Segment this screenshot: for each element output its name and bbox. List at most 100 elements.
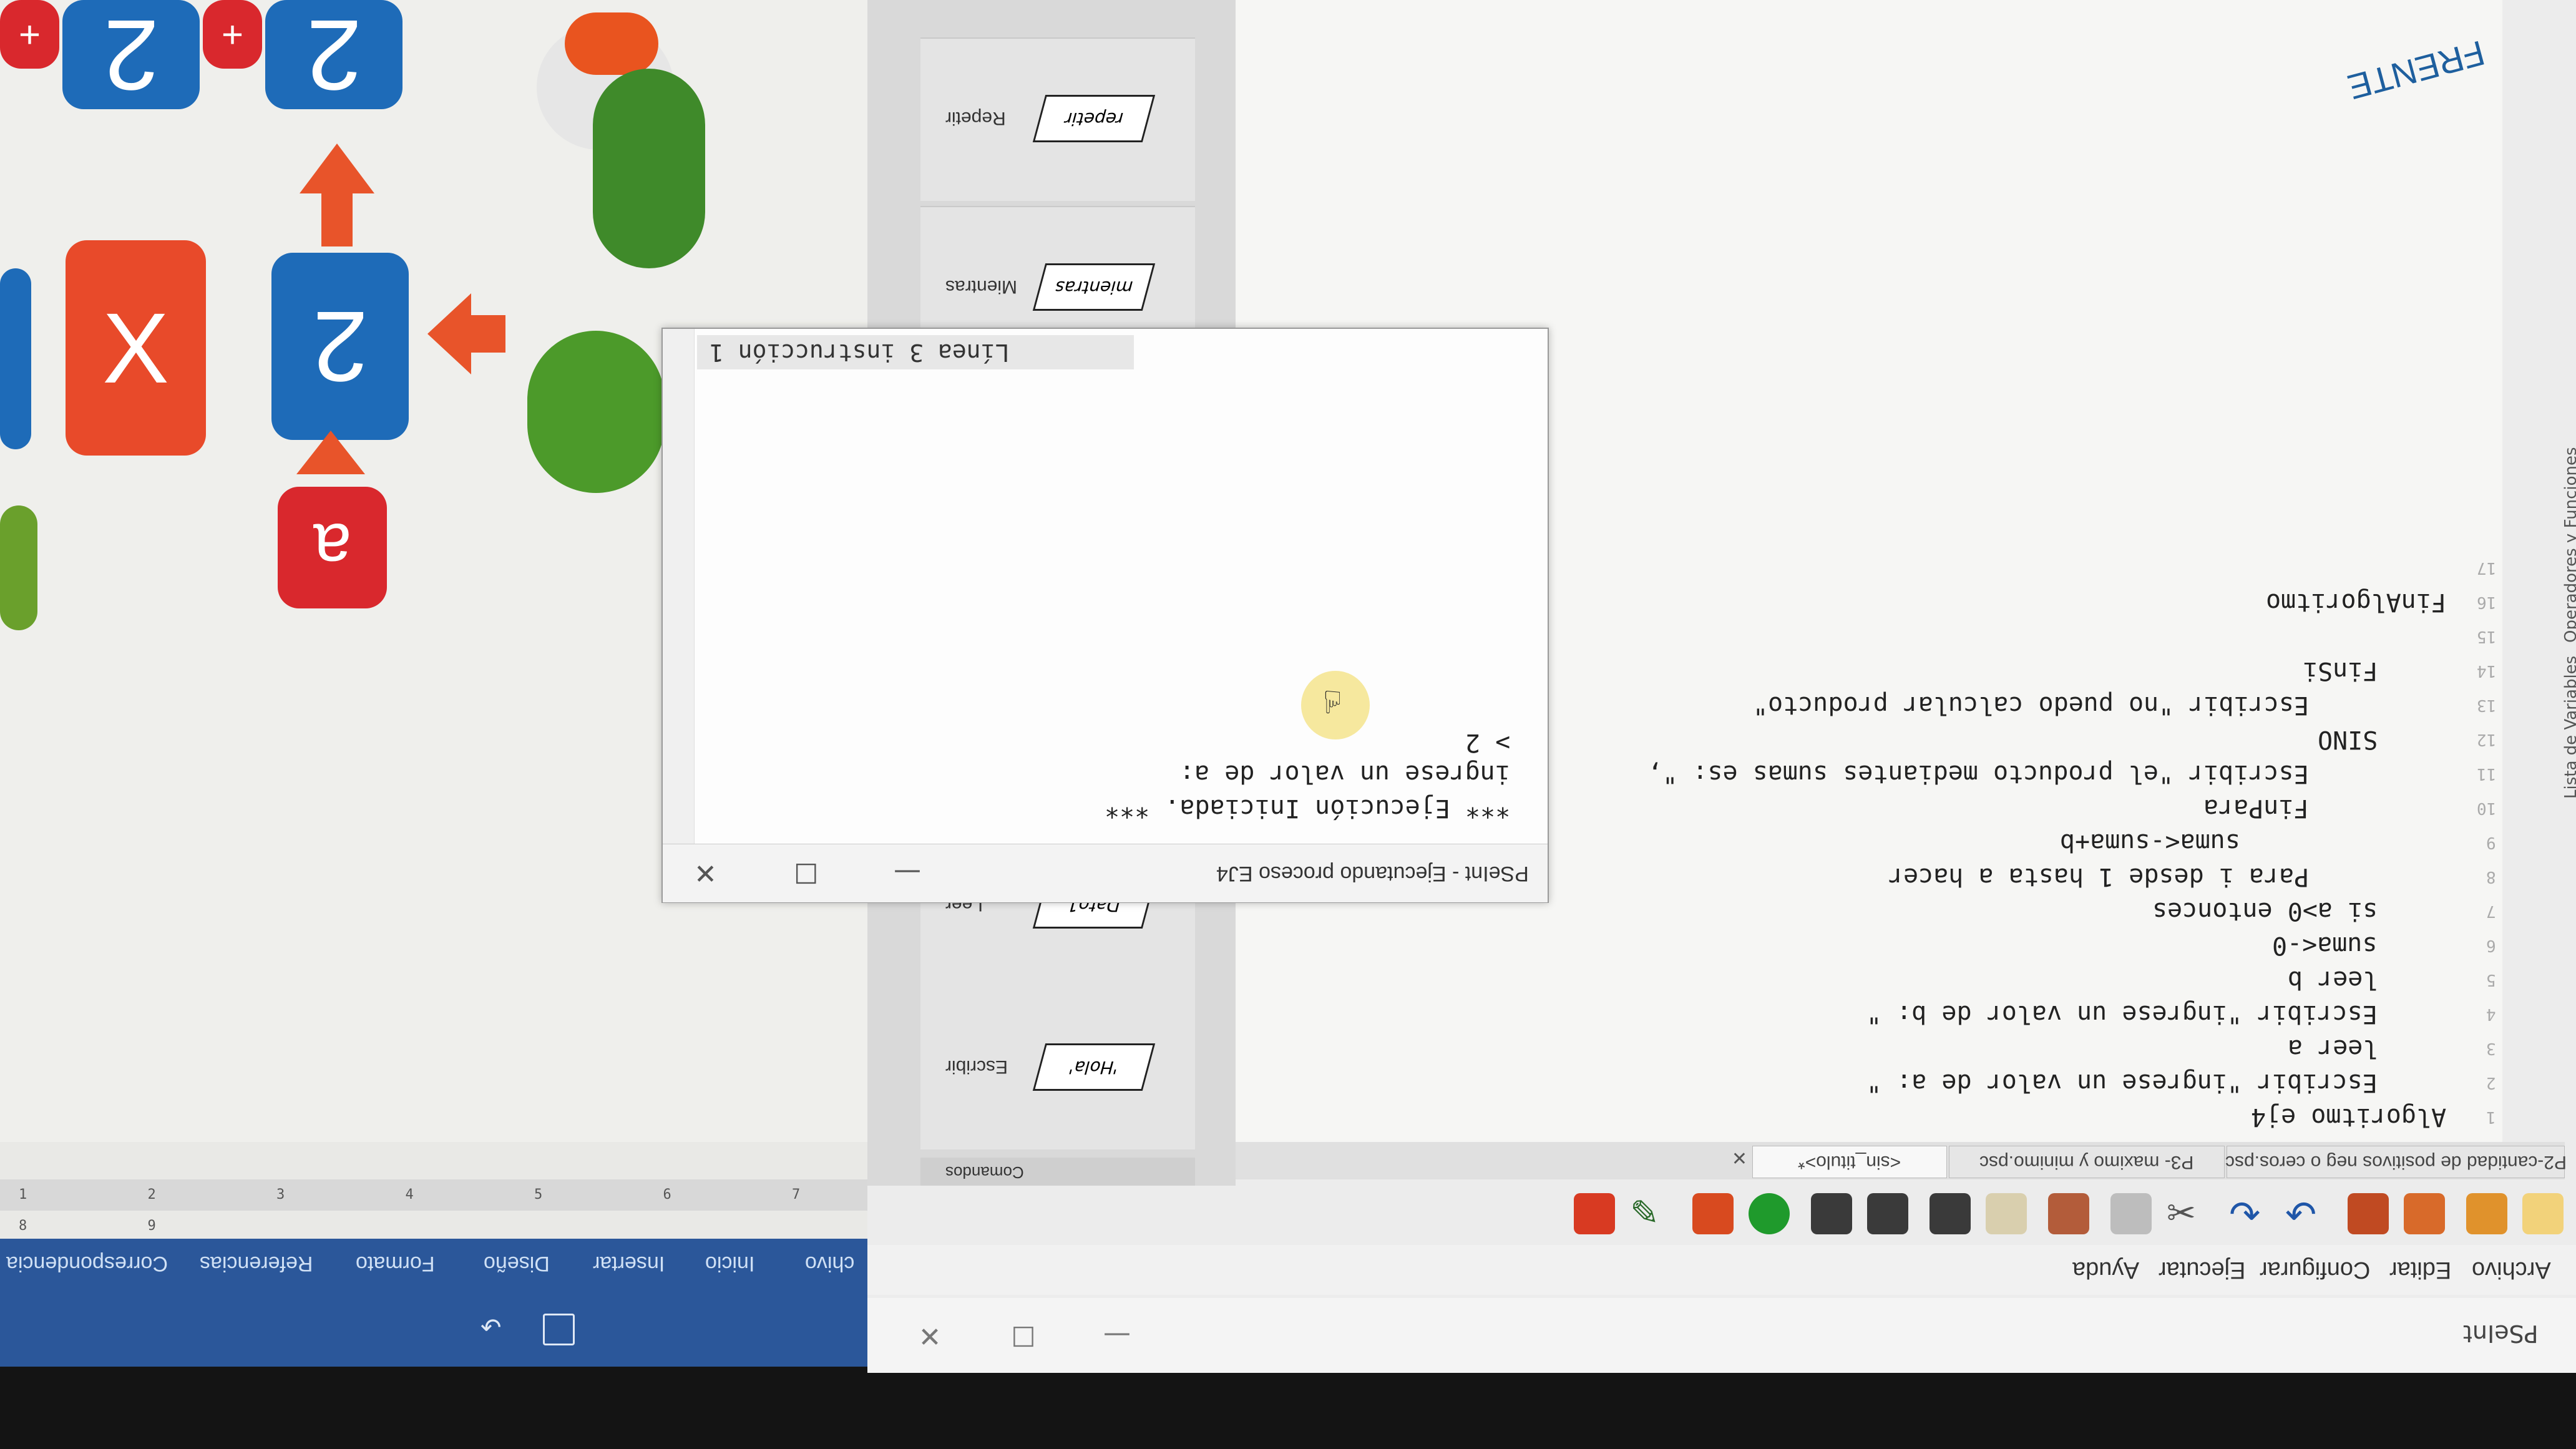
line-number: 6 (2486, 936, 2496, 955)
find-icon[interactable] (1986, 1193, 2027, 1234)
line-number: 5 (2486, 970, 2496, 989)
line-number: 13 (2476, 696, 2496, 715)
maximize-button[interactable]: ☐ (1005, 1317, 1042, 1354)
character-hair (565, 12, 658, 75)
repetir-shape: repetir (1032, 95, 1156, 142)
tile-partial-left (0, 268, 31, 449)
tab-close-icon[interactable]: ✕ (1732, 1148, 1747, 1170)
tile-plus-left: + (0, 0, 59, 69)
document-ribbon-tabs: chivo Inicio Insertar Diseño Formato Ref… (0, 1239, 867, 1295)
execution-window: PSeInt - Ejecutando proceso EJ4 ✕ ☐ — **… (661, 328, 1549, 903)
new-file-icon[interactable] (2522, 1193, 2564, 1234)
line-number: 16 (2476, 593, 2496, 612)
copy-icon[interactable] (2110, 1193, 2152, 1234)
execute-step-icon[interactable] (1867, 1193, 1908, 1234)
line-number: 4 (2486, 1005, 2496, 1023)
file-tabs: P2-cantidad de positivos neg o ceros.psc… (1236, 1142, 2567, 1179)
code-line: Escribir "no puedo calcular producto" (1752, 691, 2309, 720)
side-panel: Lista de Variables Operadores y Funcione… (2502, 0, 2576, 1142)
save-icon[interactable] (2404, 1193, 2445, 1234)
cut-icon[interactable]: ✂ (2167, 1193, 2208, 1234)
code-line: suma<-suma+b (2060, 828, 2240, 857)
tile-two-top-left: 2 (62, 0, 200, 111)
command-escribir[interactable]: Escribir 'Hola' (920, 986, 1195, 1149)
menu-ayuda[interactable]: Ayuda (2072, 1256, 2139, 1283)
mientras-shape: mientras (1032, 263, 1156, 311)
menu-bar: Archivo Editar Configurar Ejecutar Ayuda (867, 1245, 2576, 1295)
ribbon-tab[interactable]: Correspondencia (6, 1251, 168, 1276)
step-by-step-icon[interactable] (1692, 1193, 1734, 1234)
output-scrollbar[interactable] (663, 329, 695, 844)
line-number: 12 (2476, 730, 2496, 749)
escribir-shape: 'Hola' (1032, 1043, 1156, 1091)
ribbon-tab[interactable]: chivo (805, 1251, 854, 1276)
line-number: 15 (2476, 627, 2496, 646)
variables-list-tab[interactable]: Lista de Variables (2562, 656, 2576, 799)
pointer-icon: ☝ (1323, 683, 1342, 720)
line-number: 9 (2486, 833, 2496, 852)
code-line: Escribir "el producto mediantes sumas es… (1632, 759, 2309, 788)
undo-icon[interactable]: ↶ (2285, 1193, 2326, 1237)
code-line: FinAlgoritmo (2266, 588, 2446, 617)
line-number: 17 (2476, 559, 2496, 577)
status-bar: Línea 3 instrucción 1 (697, 335, 1134, 369)
tile-two-top-right: 2 (265, 0, 402, 111)
frente-logo: FRENTE (2343, 33, 2489, 107)
output-line: *** Ejecución Iniciada. *** (1104, 794, 1510, 822)
arrow-left-icon (427, 293, 471, 374)
close-button[interactable]: ✕ (694, 857, 717, 889)
execution-titlebar: PSeInt - Ejecutando proceso EJ4 ✕ ☐ — (663, 844, 1548, 902)
undo-icon[interactable]: ↶ (481, 1314, 512, 1342)
indent-icon[interactable] (1930, 1193, 1971, 1234)
code-line: suma<-0 (2272, 931, 2378, 960)
line-number: 7 (2486, 902, 2496, 920)
arrow-small-up-icon (296, 431, 365, 474)
ribbon-tab[interactable]: Formato (356, 1251, 435, 1276)
minimize-button[interactable]: — (894, 857, 921, 889)
operators-functions-tab[interactable]: Operadores y Funciones (2562, 447, 2576, 643)
tab-file-3-active[interactable]: <sin_titulo>* (1752, 1146, 1947, 1178)
menu-ejecutar[interactable]: Ejecutar (2159, 1256, 2245, 1283)
ribbon-tab[interactable]: Insertar (593, 1251, 665, 1276)
code-line: leer a (2287, 1034, 2378, 1063)
tile-green-partial (0, 505, 37, 630)
tab-file-2[interactable]: P3- maximo y minimo.psc (1949, 1146, 2225, 1178)
tile-x: X (66, 240, 206, 456)
line-number: 11 (2476, 764, 2496, 783)
line-number: 3 (2486, 1039, 2496, 1058)
line-number: 10 (2476, 799, 2496, 817)
ribbon-tab[interactable]: Referencias (200, 1251, 313, 1276)
tab-file-1[interactable]: P2-cantidad de positivos neg o ceros.psc (2225, 1146, 2567, 1178)
commands-header: Comandos (920, 1158, 1195, 1186)
code-line: FinSi (2302, 656, 2378, 685)
paste-icon[interactable] (2048, 1193, 2089, 1234)
help-icon[interactable] (1574, 1193, 1615, 1234)
save-icon[interactable] (543, 1314, 575, 1345)
ribbon-tab[interactable]: Diseño (484, 1251, 550, 1276)
tile-a: a (278, 487, 387, 608)
menu-editar[interactable]: Editar (2389, 1256, 2451, 1283)
minimize-button[interactable]: — (1098, 1317, 1136, 1354)
arrow-up-stem (321, 190, 353, 246)
flowchart-icon[interactable] (1811, 1193, 1852, 1234)
save-as-icon[interactable] (2348, 1193, 2389, 1234)
ribbon-tab[interactable]: Inicio (705, 1251, 754, 1276)
open-file-icon[interactable] (2466, 1193, 2507, 1234)
quick-access-toolbar: ↶ (0, 1295, 867, 1367)
code-line: Para i desde 1 hasta a hacer (1888, 862, 2309, 891)
line-number: 1 (2486, 1108, 2496, 1126)
command-repetir[interactable]: Repetir repetir (920, 37, 1195, 201)
menu-archivo[interactable]: Archivo (2472, 1256, 2551, 1283)
code-line: FinPara (2203, 794, 2309, 822)
input-line[interactable]: > 2 (1465, 728, 1510, 757)
close-button[interactable]: ✕ (911, 1317, 949, 1354)
code-line: SINO (2317, 725, 2378, 754)
run-icon[interactable] (1749, 1193, 1790, 1234)
output-line: ingrese un valor de a: (1179, 759, 1510, 788)
menu-configurar[interactable]: Configurar (2260, 1256, 2370, 1283)
redo-icon[interactable]: ↷ (2229, 1193, 2270, 1237)
pseint-titlebar: PSeInt ✕ ☐ — (867, 1298, 2576, 1373)
arrow-left-stem (471, 315, 505, 353)
debug-icon[interactable]: ✎ (1630, 1193, 1671, 1234)
maximize-button[interactable]: ☐ (794, 857, 818, 889)
